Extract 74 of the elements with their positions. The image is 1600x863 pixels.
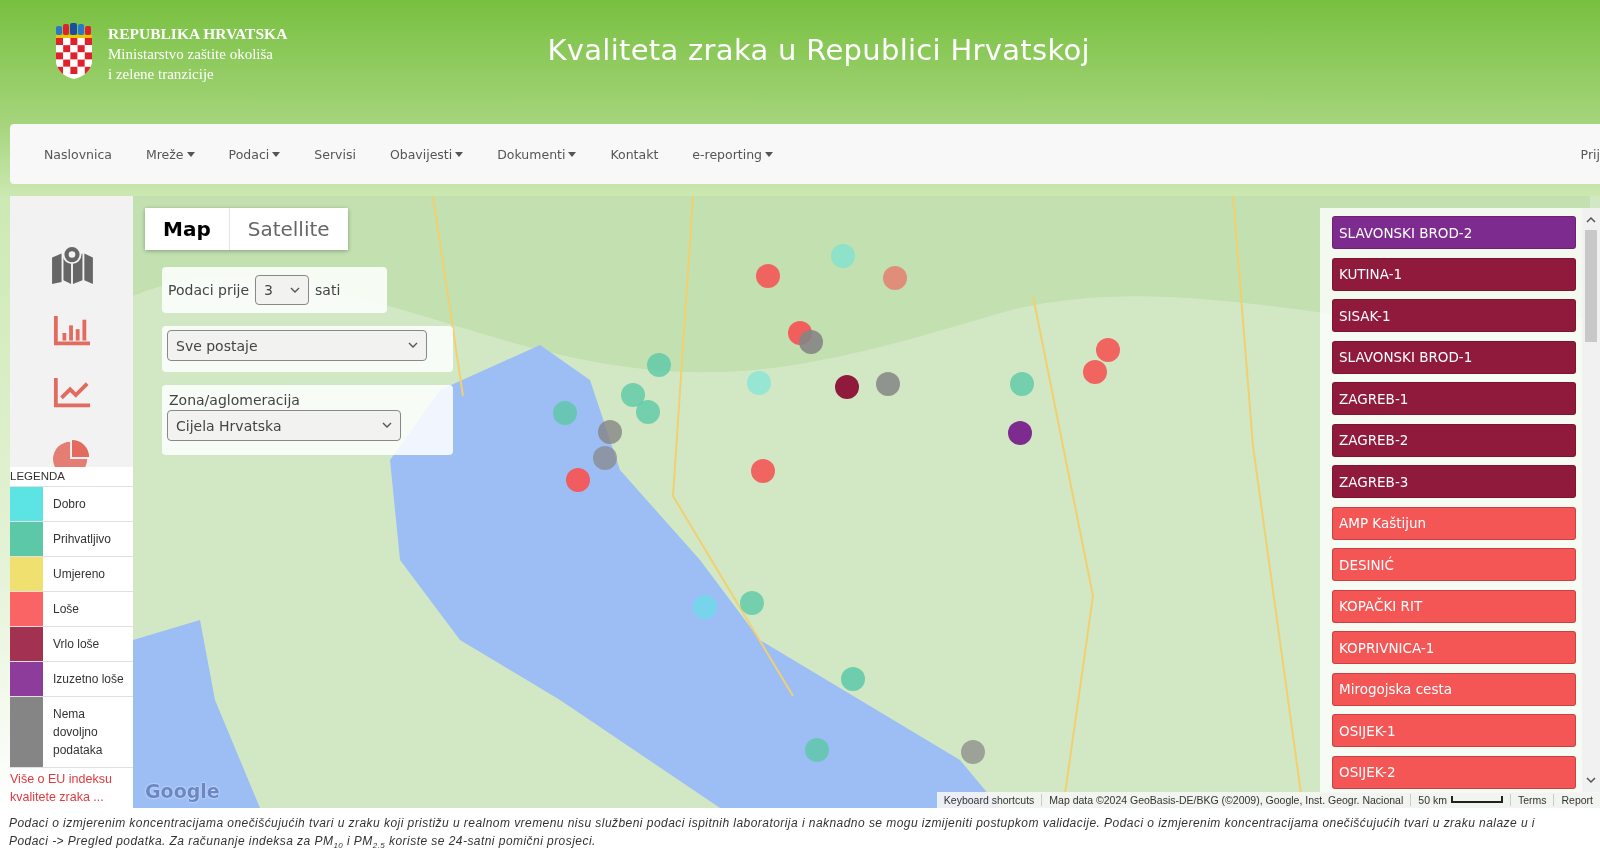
- login-link[interactable]: Prij: [1580, 140, 1600, 168]
- disclaimer-text: Podaci o izmjerenim koncentracijama onečišćujućih tvari u zraku koji pristižu u realnom vremenu nisu službeni podaci ispitnih laboratorija i naknadno se mogu izmijeniti postupkom validacije. Podaci o izmjerenim koncentracijama onečišćujućih tvari u zraku nalaze u i: [9, 815, 1535, 832]
- nav-link[interactable]: Podaci: [228, 140, 281, 168]
- map-marker[interactable]: [553, 401, 577, 425]
- ministry-name-line: REPUBLIKA HRVATSKA: [108, 24, 288, 44]
- map-data-attribution: Map data ©2024 GeoBasis-DE/BKG (©2009), Google, Inst. Geogr. Nacional: [1041, 794, 1411, 806]
- chevron-icon: [382, 422, 392, 429]
- zone-label: Zona/aglomeracija: [169, 392, 300, 408]
- keyboard-shortcuts-link[interactable]: Keyboard shortcuts: [936, 794, 1042, 806]
- map-marker[interactable]: [621, 383, 645, 407]
- report-link[interactable]: Report: [1553, 794, 1600, 806]
- map-marker[interactable]: [593, 446, 617, 470]
- ministry-name-line: i zelene tranzicije: [108, 65, 215, 84]
- chevron-icon: [290, 286, 301, 294]
- map-marker[interactable]: [740, 591, 764, 615]
- pie-chart-icon[interactable]: [52, 438, 91, 467]
- map-marker[interactable]: [756, 264, 780, 288]
- nav-link[interactable]: Mreže: [145, 140, 195, 168]
- map-marker[interactable]: [747, 371, 771, 395]
- scale-label: 50 km: [1418, 794, 1447, 806]
- nav-link[interactable]: Servisi: [314, 140, 356, 168]
- chevron-icon: [408, 342, 418, 349]
- map-marker[interactable]: [831, 244, 855, 268]
- map-marker[interactable]: [1010, 372, 1034, 396]
- map-marker[interactable]: [799, 330, 823, 354]
- nav-link[interactable]: e-reporting: [692, 140, 774, 168]
- hours-select[interactable]: 3: [255, 275, 310, 305]
- map-marker[interactable]: [1096, 338, 1120, 362]
- zone-select[interactable]: Cijela Hrvatska: [167, 410, 401, 441]
- bar-chart-icon[interactable]: [51, 313, 92, 347]
- station-item[interactable]: SISAK-1: [1332, 299, 1576, 332]
- station-item[interactable]: ZAGREB-2: [1332, 423, 1576, 457]
- legend-label: Vrlo loše: [52, 636, 100, 653]
- scale-bar-icon: [1450, 796, 1503, 804]
- station-select[interactable]: Sve postaje: [167, 330, 427, 361]
- line-chart-icon[interactable]: [51, 376, 92, 409]
- map-type-tab[interactable]: Map: [145, 208, 229, 250]
- map-marker[interactable]: [636, 400, 660, 424]
- map-marker[interactable]: [598, 420, 622, 444]
- map-marker[interactable]: [566, 468, 590, 492]
- legend-label: Umjereno: [52, 566, 106, 583]
- map-marker[interactable]: [751, 459, 775, 483]
- map-marker[interactable]: [693, 595, 717, 619]
- map-marker[interactable]: [1008, 421, 1032, 445]
- map-marker[interactable]: [876, 372, 900, 396]
- station-item[interactable]: ZAGREB-1: [1332, 382, 1576, 415]
- map-marker[interactable]: [841, 667, 865, 691]
- station-item[interactable]: SLAVONSKI BROD-1: [1332, 340, 1576, 374]
- legend-label: Prihvatljivo: [52, 531, 112, 548]
- map-marker[interactable]: [835, 375, 859, 399]
- hours-label: Podaci prije: [168, 282, 250, 298]
- ministry-name-line: Ministarstvo zaštite okoliša: [108, 45, 274, 64]
- legend-label: Dobro: [52, 496, 86, 513]
- legend-label: Izuzetno loše: [52, 671, 124, 688]
- terms-link[interactable]: Terms: [1509, 794, 1554, 806]
- station-item[interactable]: SLAVONSKI BROD-2: [1332, 216, 1576, 249]
- nav-link[interactable]: Dokumenti: [497, 140, 577, 168]
- map-marker[interactable]: [961, 740, 985, 764]
- map-marker[interactable]: [805, 738, 829, 762]
- nav-link[interactable]: Naslovnica: [44, 140, 112, 168]
- station-item[interactable]: ZAGREB-3: [1332, 465, 1576, 498]
- legend-label: Loše: [52, 601, 80, 618]
- map-marker[interactable]: [647, 353, 671, 377]
- map-type-tab[interactable]: Satellite: [228, 208, 348, 250]
- map-marker[interactable]: [1083, 360, 1107, 384]
- nav-link[interactable]: Kontakt: [610, 140, 659, 168]
- disclaimer-text: Podaci -> Pregled podatka. Za računanje indeksa za PM$_{10}$ i PM$_{2.5}$ koriste se 24-satni pomični prosjeci.: [9, 833, 596, 853]
- legend-label: Nema dovoljno podataka: [52, 706, 104, 759]
- legend-info-link[interactable]: Više o EU indeksu kvalitete zraka ...: [10, 768, 133, 808]
- station-item[interactable]: KUTINA-1: [1332, 257, 1576, 291]
- map-marker[interactable]: [883, 266, 907, 290]
- hours-unit-label: sati: [315, 282, 341, 298]
- nav-link[interactable]: Obavijesti: [389, 140, 464, 168]
- page-title: Kvaliteta zraka u Republici Hrvatskoj: [546, 33, 1091, 69]
